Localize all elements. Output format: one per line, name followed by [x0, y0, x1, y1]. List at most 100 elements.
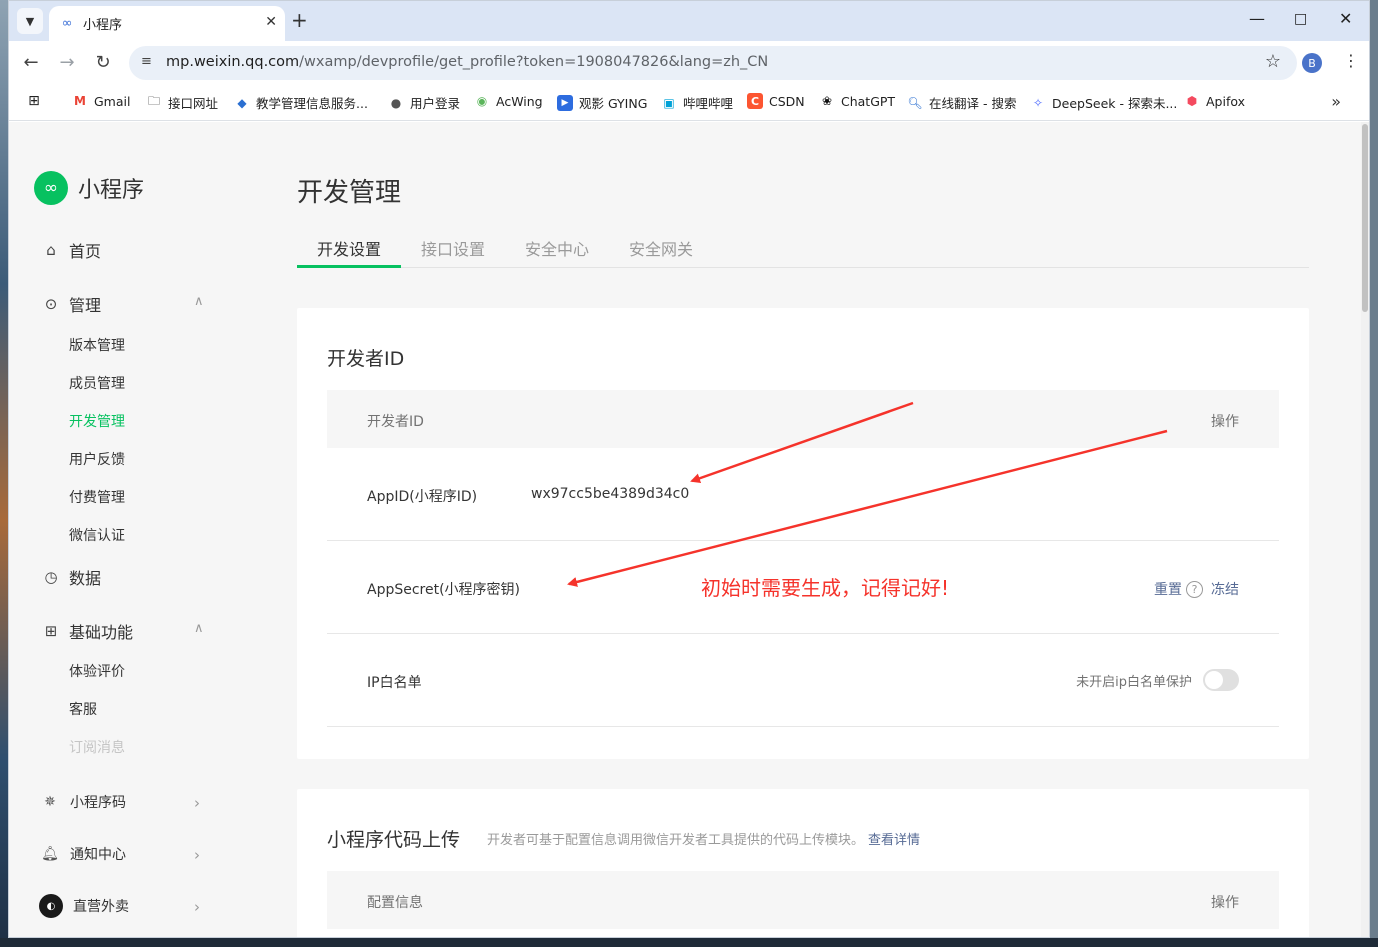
ip-whitelist-label: IP白名单 [367, 675, 422, 691]
sidebar-item-home[interactable]: ⌂ 首页 [42, 238, 101, 262]
column-header: 操作 [1211, 895, 1239, 911]
sidebar-item-data[interactable]: ◷ 数据 [42, 565, 101, 589]
close-window-icon[interactable]: ✕ [1339, 9, 1352, 28]
address-bar[interactable]: ≡ mp.weixin.qq.com/wxamp/devprofile/get_… [129, 46, 1297, 80]
chevron-right-icon[interactable]: › [194, 794, 200, 812]
new-tab-button[interactable]: + [291, 9, 308, 31]
brand[interactable]: ∞ 小程序 [34, 171, 144, 205]
sidebar-item-version[interactable]: 版本管理 [69, 335, 125, 355]
view-detail-link[interactable]: 查看详情 [868, 833, 920, 848]
help-icon[interactable]: ? [1186, 580, 1203, 598]
globe-icon: ● [390, 95, 402, 110]
chevron-right-icon[interactable]: › [194, 898, 200, 916]
browser-window: ▼ ∞ 小程序 ✕ + — □ ✕ ← → ↻ ≡ mp.weixin.qq.c… [8, 0, 1370, 938]
appid-label: AppID(小程序ID) [367, 489, 478, 505]
appsecret-actions: 重置 ? 冻结 [1154, 579, 1239, 599]
tab-api-settings[interactable]: 接口设置 [421, 236, 485, 260]
column-header: 开发者ID [367, 414, 424, 430]
sidebar-item-qrcode[interactable]: ✵ 小程序码 [40, 792, 126, 812]
page-scrollbar[interactable] [1361, 122, 1369, 937]
tab-dev-settings[interactable]: 开发设置 [317, 236, 381, 260]
sidebar-item-label: 通知中心 [70, 847, 126, 863]
appid-value[interactable]: wx97cc5be4389d34c0 [531, 486, 689, 502]
chatgpt-icon: ❀ [821, 94, 833, 108]
sidebar-item-experience[interactable]: 体验评价 [69, 661, 125, 681]
taskbar [0, 938, 1378, 947]
tab-security-gateway[interactable]: 安全网关 [629, 236, 693, 260]
bookmark-label: DeepSeek - 探索未... [1052, 96, 1178, 111]
bookmark-label: 用户登录 [410, 96, 461, 111]
site-info-icon[interactable]: ≡ [141, 54, 152, 69]
freeze-link[interactable]: 冻结 [1211, 579, 1239, 599]
sidebar-item-feedback[interactable]: 用户反馈 [69, 449, 125, 469]
sidebar-item-dev-manage[interactable]: 开发管理 [69, 411, 125, 431]
more-menu-icon[interactable]: ⋮ [1343, 51, 1359, 70]
maximize-icon[interactable]: □ [1294, 11, 1307, 27]
sidebar-item-manage[interactable]: ⊙ 管理 [42, 292, 101, 316]
bookmark-star-icon[interactable]: ☆ [1265, 51, 1281, 72]
column-header: 配置信息 [367, 895, 423, 911]
bookmark-label: 接口网址 [168, 96, 219, 111]
bookmark-edu[interactable]: ◆ 教学管理信息服务... [234, 93, 368, 112]
apps-grid-icon[interactable]: ⊞ [26, 93, 48, 109]
bookmark-gying[interactable]: ▶ 观影 GYING [557, 93, 647, 112]
card-subtitle-text: 开发者可基于配置信息调用微信开发者工具提供的代码上传模块。 [487, 833, 865, 848]
table-row-ip-whitelist: IP白名单 未开启ip白名单保护 [327, 634, 1279, 727]
chevron-up-icon[interactable]: ∧ [194, 621, 204, 636]
ip-whitelist-toggle[interactable] [1203, 669, 1239, 691]
bell-icon: 🔔︎ [41, 846, 59, 862]
sidebar-item-label: 管理 [69, 296, 102, 315]
bookmark-login[interactable]: ● 用户登录 [388, 93, 460, 112]
card-title: 小程序代码上传 [327, 829, 461, 851]
sidebar-item-verify[interactable]: 微信认证 [69, 525, 125, 545]
bookmarks-overflow-icon[interactable]: » [1331, 92, 1341, 111]
bookmark-chatgpt[interactable]: ❀ ChatGPT [819, 93, 895, 109]
ip-whitelist-actions: 未开启ip白名单保护 [1076, 669, 1239, 691]
home-icon: ⌂ [46, 241, 56, 259]
sidebar-item-subscribe[interactable]: 订阅消息 [69, 737, 125, 757]
back-icon[interactable]: ← [20, 52, 42, 73]
bookmark-csdn[interactable]: C CSDN [747, 93, 805, 109]
browser-tab[interactable]: ∞ 小程序 ✕ [49, 6, 285, 41]
tab-security-center[interactable]: 安全中心 [525, 236, 589, 260]
sidebar-item-basic[interactable]: ⊞ 基础功能 [42, 619, 133, 643]
profile-avatar[interactable]: B [1302, 53, 1322, 73]
pie-chart-icon: ◷ [44, 568, 58, 586]
close-tab-icon[interactable]: ✕ [265, 14, 277, 30]
bookmark-gmail[interactable]: M Gmail [72, 93, 130, 109]
bookmark-apifox[interactable]: ⬢ Apifox [1184, 93, 1245, 109]
folder-icon: 🗀 [147, 94, 160, 108]
bookmark-bilibili[interactable]: ▣ 哔哩哔哩 [661, 93, 733, 112]
bookmark-label: ChatGPT [841, 93, 896, 109]
url-host: mp.weixin.qq.com [166, 54, 300, 70]
bookmark-label: Apifox [1206, 93, 1246, 109]
browser-toolbar: ← → ↻ ≡ mp.weixin.qq.com/wxamp/devprofil… [9, 41, 1369, 85]
sidebar-item-members[interactable]: 成员管理 [69, 373, 125, 393]
sidebar-item-account[interactable]: ◐ 直营外卖 [39, 894, 129, 918]
bookmark-label: 教学管理信息服务... [256, 96, 368, 111]
chevron-up-icon[interactable]: ∧ [194, 294, 204, 309]
chevron-right-icon[interactable]: › [194, 846, 200, 864]
sidebar-item-notify[interactable]: 🔔︎ 通知中心 [40, 844, 126, 864]
bookmark-deepseek[interactable]: ✧ DeepSeek - 探索未... [1030, 93, 1177, 112]
scrollbar-thumb[interactable] [1362, 124, 1368, 312]
toggle-knob [1205, 671, 1223, 689]
minimize-icon[interactable]: — [1249, 9, 1265, 28]
bookmark-translate[interactable]: 🔍︎ 在线翻译 - 搜索 [907, 93, 1016, 112]
bookmark-label: 哔哩哔哩 [683, 96, 734, 111]
forward-icon[interactable]: → [56, 52, 78, 73]
tab-search-button[interactable]: ▼ [17, 8, 43, 34]
bookmark-label: Gmail [94, 93, 131, 109]
reload-icon[interactable]: ↻ [92, 52, 114, 73]
card-title: 开发者ID [327, 348, 405, 370]
reset-link[interactable]: 重置 [1154, 579, 1182, 599]
bookmark-api-folder[interactable]: 🗀 接口网址 [146, 93, 218, 112]
bookmark-acwing[interactable]: ◉ AcWing [474, 93, 543, 109]
column-header: 操作 [1211, 414, 1239, 430]
sidebar-item-service[interactable]: 客服 [69, 699, 97, 719]
sidebar-item-payment[interactable]: 付费管理 [69, 487, 125, 507]
url-text[interactable]: mp.weixin.qq.com/wxamp/devprofile/get_pr… [166, 54, 768, 70]
gear-icon: ⊙ [44, 295, 58, 313]
sidebar: ∞ 小程序 ⌂ 首页 ⊙ 管理 ∧ 版本管理 成员管理 开发管理 用户反馈 付费… [9, 122, 229, 937]
desktop-background [0, 0, 8, 947]
